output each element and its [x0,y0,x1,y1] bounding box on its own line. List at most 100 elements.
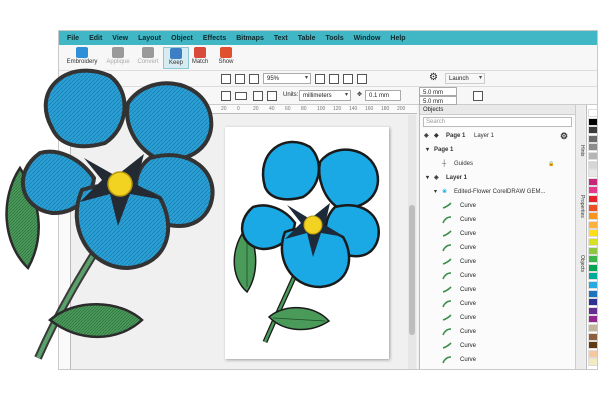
color-swatch[interactable] [588,255,597,264]
ruler-tick-label: 120 [333,106,342,112]
guidelines-icon[interactable] [357,74,367,84]
layers-stack-icon[interactable]: ◆ [434,129,439,143]
menu-item-text[interactable]: Text [274,35,288,42]
tab-hints[interactable]: Hints [577,145,585,156]
color-swatch[interactable] [588,263,597,272]
color-swatch[interactable] [588,272,597,281]
all-pages-icon[interactable] [253,91,263,101]
color-swatch[interactable] [588,160,597,169]
gear-icon[interactable]: ⚙ [560,129,568,143]
menu-item-help[interactable]: Help [390,35,405,42]
vector-flower[interactable] [225,127,389,359]
emb-petal-top-right [125,81,214,162]
nudge-distance-input[interactable]: 0.1 mm [365,90,401,101]
color-swatch[interactable] [588,324,597,332]
color-swatch[interactable] [588,229,597,238]
gear-icon[interactable]: ⚙ [429,72,438,83]
menu-item-table[interactable]: Table [298,35,316,42]
snap-icon[interactable] [343,74,353,84]
embroidery-icon [76,47,88,58]
lock-icon[interactable]: 🔒 [548,157,554,171]
color-swatch[interactable] [588,306,597,315]
tree-group[interactable]: ▾ ❀ Edited-Flower CorelDRAW GEM... [420,185,575,199]
color-swatch[interactable] [588,332,597,341]
full-screen-icon[interactable] [315,74,325,84]
color-swatch[interactable] [588,186,597,195]
tree-curve-item[interactable]: Curve [420,339,575,353]
tree-curve-item[interactable]: Curve [420,199,575,213]
duplicate-y-input[interactable]: 5.0 mm [419,96,457,105]
color-swatch[interactable] [588,203,597,212]
tree-guides[interactable]: ┼ Guides 🔒 [420,157,575,171]
tree-curve-item[interactable]: Curve [420,311,575,325]
color-swatch[interactable] [588,289,597,298]
zoom-select[interactable]: 95% ▾ [263,73,311,84]
tree-layer[interactable]: ▾ ◈ Layer 1 [420,171,575,185]
menu-item-window[interactable]: Window [354,35,381,42]
tree-curve-item[interactable]: Curve [420,325,575,339]
search-input[interactable]: Search [423,117,572,127]
color-swatch[interactable] [588,315,597,324]
tree-curve-item[interactable]: Curve [420,353,575,367]
expand-arrow-icon[interactable]: ▾ [434,185,437,199]
grid-icon[interactable] [329,74,339,84]
menu-item-tools[interactable]: Tools [325,35,343,42]
ruler-tick-label: 20 [253,106,259,112]
color-swatch[interactable] [588,238,597,246]
color-swatch[interactable] [588,220,597,229]
menu-item-view[interactable]: View [112,35,128,42]
tab-properties[interactable]: Properties [577,195,585,218]
menu-item-effects[interactable]: Effects [203,35,226,42]
curve-label: Curve [460,287,477,293]
color-swatch[interactable] [588,143,597,152]
color-swatch[interactable] [588,281,597,289]
tree-curve-item[interactable]: Curve [420,241,575,255]
curve-label: Curve [460,203,477,209]
tab-objects[interactable]: Objects [577,255,585,272]
page-frame-icon[interactable] [473,91,483,101]
emb-petal-top-left [43,68,127,149]
color-swatch[interactable] [588,152,597,160]
curve-thumbnail-icon [442,202,452,209]
menu-item-layout[interactable]: Layout [138,35,161,42]
color-swatch[interactable] [588,358,597,367]
color-swatch[interactable] [588,341,597,350]
tree-page[interactable]: ▾ Page 1 [420,143,575,157]
color-swatch[interactable] [588,246,597,255]
menu-item-edit[interactable]: Edit [89,35,102,42]
tree-curve-item[interactable]: Curve [420,255,575,269]
color-swatch[interactable] [588,195,597,203]
tree-page-label: Page 1 [434,147,454,153]
menu-item-object[interactable]: Object [171,35,193,42]
color-swatch[interactable] [588,134,597,143]
tree-curve-item[interactable]: Curve [420,269,575,283]
duplicate-x-input[interactable]: 5.0 mm [419,87,457,96]
color-swatch[interactable] [588,109,597,117]
menu-item-bitmaps[interactable]: Bitmaps [236,35,264,42]
current-page-icon[interactable] [267,91,277,101]
units-select[interactable]: millimeters ▾ [299,90,351,101]
color-swatch[interactable] [588,126,597,135]
pdf-icon[interactable] [249,74,259,84]
color-swatch[interactable] [588,298,597,307]
tree-curve-item[interactable]: Curve [420,297,575,311]
color-swatch[interactable] [588,169,597,178]
tree-guides-label: Guides [454,161,474,167]
color-swatch[interactable] [588,117,597,126]
ruler-tick-label: 40 [269,106,275,112]
vertical-scrollbar[interactable] [408,115,416,369]
tree-curve-item[interactable]: Curve [420,283,575,297]
layers-icon[interactable]: ◈ [424,129,429,143]
tree-curve-item[interactable]: Curve [420,213,575,227]
drawing-page[interactable] [225,127,389,359]
expand-arrow-icon[interactable]: ▾ [426,143,429,157]
color-swatch[interactable] [588,212,597,221]
scrollbar-thumb[interactable] [409,205,415,335]
color-swatch[interactable] [588,177,597,186]
launch-button[interactable]: Launch ▾ [445,73,485,84]
color-swatch[interactable] [588,349,597,358]
tree-curve-item[interactable]: Curve [420,227,575,241]
curve-thumbnail-icon [442,356,452,364]
menu-item-file[interactable]: File [67,35,79,42]
expand-arrow-icon[interactable]: ▾ [426,171,429,185]
